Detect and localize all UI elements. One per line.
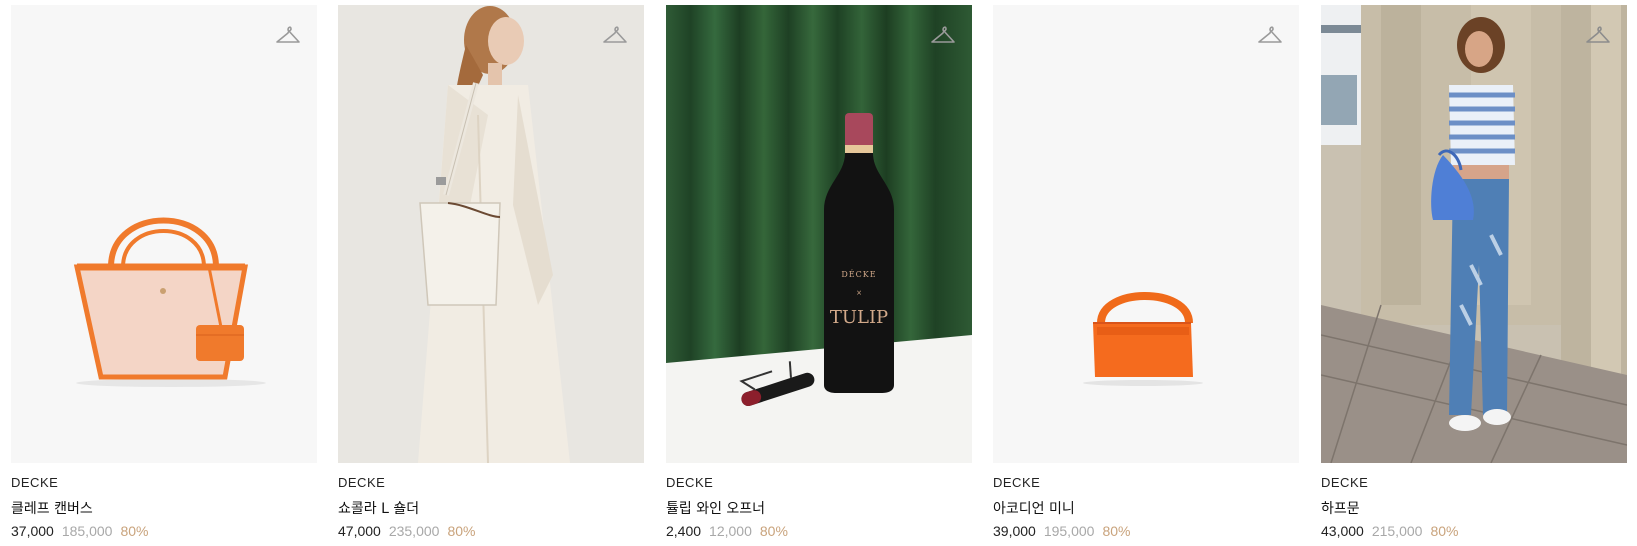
product-price-row: 2,400 12,000 80% <box>666 523 788 539</box>
product-price-row: 39,000 195,000 80% <box>993 523 1130 539</box>
model-halfmoon-bag-image <box>1321 5 1627 463</box>
wishlist-hanger-icon[interactable] <box>602 23 628 45</box>
product-name[interactable]: 하프문 <box>1321 498 1360 518</box>
wishlist-hanger-icon[interactable] <box>930 23 956 45</box>
discount-rate: 80% <box>1102 523 1131 539</box>
product-image[interactable] <box>993 5 1299 463</box>
wishlist-hanger-icon[interactable] <box>275 23 301 45</box>
original-price: 185,000 <box>61 523 113 539</box>
product-card[interactable]: DECKE 쇼콜라 L 숄더 47,000 235,000 80% <box>338 5 644 546</box>
bottle-separator: × <box>856 289 862 297</box>
wishlist-hanger-icon[interactable] <box>1257 23 1283 45</box>
product-brand: DECKE <box>11 475 59 490</box>
product-image[interactable]: DÉCKE × TULIP <box>666 5 972 463</box>
product-price-row: 37,000 185,000 80% <box>11 523 148 539</box>
discount-rate: 80% <box>120 523 149 539</box>
sale-price: 2,400 <box>666 523 702 539</box>
product-image[interactable] <box>338 5 644 463</box>
discount-rate: 80% <box>759 523 788 539</box>
tote-bag-image <box>11 5 317 463</box>
product-price-row: 47,000 235,000 80% <box>338 523 475 539</box>
discount-rate: 80% <box>1430 523 1459 539</box>
sale-price: 39,000 <box>993 523 1036 539</box>
original-price: 215,000 <box>1371 523 1423 539</box>
product-card[interactable]: DÉCKE × TULIP DECKE 튤립 와인 오프너 2,400 12,00… <box>666 5 972 546</box>
product-name[interactable]: 아코디언 미니 <box>993 498 1075 518</box>
mini-bag-image <box>993 5 1299 463</box>
product-price-row: 43,000 215,000 80% <box>1321 523 1458 539</box>
product-name[interactable]: 쇼콜라 L 숄더 <box>338 498 419 518</box>
bottle-collab-mark: TULIP <box>830 307 888 328</box>
product-brand: DECKE <box>666 475 714 490</box>
original-price: 235,000 <box>388 523 440 539</box>
product-card[interactable]: DECKE 하프문 43,000 215,000 80% <box>1321 5 1627 546</box>
discount-rate: 80% <box>447 523 476 539</box>
product-card[interactable]: DECKE 아코디언 미니 39,000 195,000 80% <box>993 5 1299 546</box>
product-grid: DECKE 클레프 캔버스 37,000 185,000 80% DECKE 쇼… <box>11 5 1627 546</box>
product-card[interactable]: DECKE 클레프 캔버스 37,000 185,000 80% <box>11 5 317 546</box>
product-brand: DECKE <box>338 475 386 490</box>
sale-price: 47,000 <box>338 523 381 539</box>
original-price: 12,000 <box>709 523 752 539</box>
bottle-brand-mark: DÉCKE <box>841 270 876 279</box>
product-image[interactable] <box>11 5 317 463</box>
wishlist-hanger-icon[interactable] <box>1585 23 1611 45</box>
product-brand: DECKE <box>993 475 1041 490</box>
product-name[interactable]: 클레프 캔버스 <box>11 498 93 518</box>
sale-price: 43,000 <box>1321 523 1364 539</box>
product-brand: DECKE <box>1321 475 1369 490</box>
original-price: 195,000 <box>1043 523 1095 539</box>
model-shoulder-bag-image <box>338 5 644 463</box>
sale-price: 37,000 <box>11 523 54 539</box>
wine-opener-image: DÉCKE × TULIP <box>666 5 972 463</box>
product-image[interactable] <box>1321 5 1627 463</box>
product-name[interactable]: 튤립 와인 오프너 <box>666 498 765 518</box>
